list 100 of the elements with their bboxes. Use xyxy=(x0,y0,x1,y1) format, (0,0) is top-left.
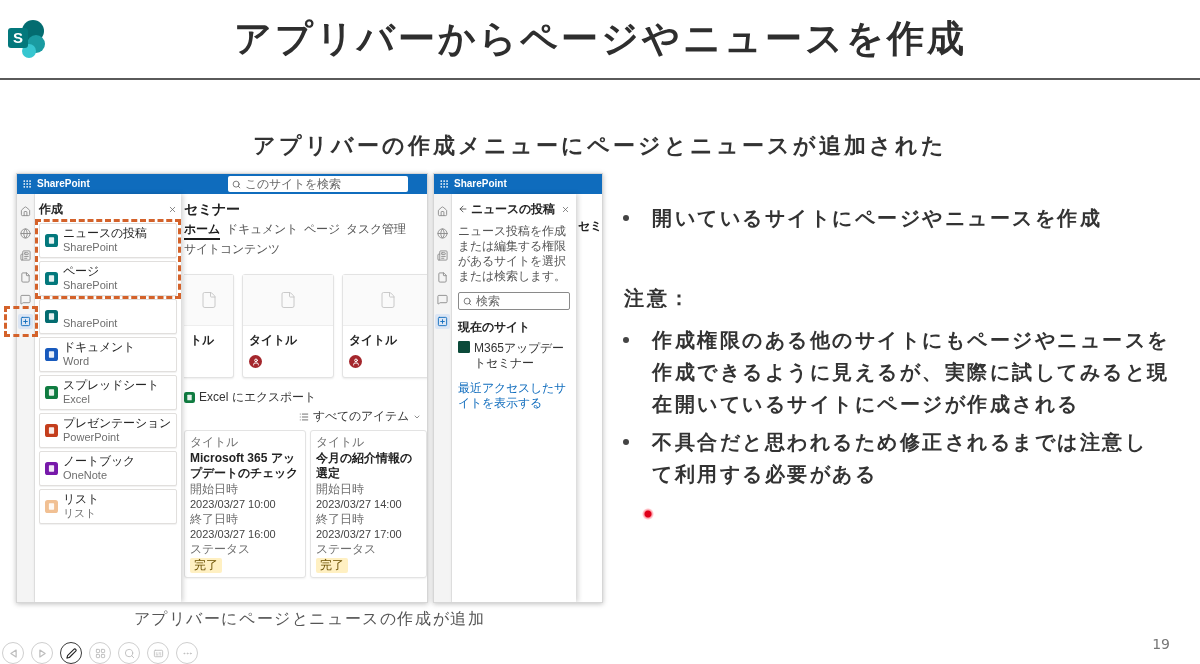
create-menu-item[interactable]: スプレッドシート Excel xyxy=(39,375,177,410)
bullet-text: 不具合だと思われるため修正されるまでは注意して利用する必要がある xyxy=(652,429,1148,488)
back-arrow-icon[interactable] xyxy=(458,204,468,214)
export-button[interactable]: Excel にエクスポート xyxy=(184,390,316,405)
close-icon[interactable] xyxy=(561,204,570,214)
app-tile-icon xyxy=(45,500,58,513)
create-menu-item[interactable]: ノートブック OneNote xyxy=(39,451,177,486)
newspaper-icon[interactable] xyxy=(20,249,31,261)
more-button[interactable] xyxy=(176,642,198,664)
avatar-icon xyxy=(249,355,262,368)
bullet-icon xyxy=(623,439,629,445)
site-option[interactable]: M365アップデートセミナー xyxy=(458,341,570,371)
field-label: 開始日時 xyxy=(190,482,238,497)
bullet-icon xyxy=(623,215,629,221)
nav-tab[interactable]: ドキュメント xyxy=(226,222,298,240)
recent-sites-link[interactable]: 最近アクセスしたサイトを表示する xyxy=(458,381,570,411)
search-icon xyxy=(232,179,241,189)
dashed-highlight-frame xyxy=(4,306,38,337)
plus-icon[interactable] xyxy=(435,313,450,329)
create-menu-item[interactable]: プレゼンテーション PowerPoint xyxy=(39,413,177,448)
pen-icon xyxy=(65,647,77,659)
nav-tab[interactable]: ホーム xyxy=(184,222,220,240)
app-name: SharePoint xyxy=(454,178,507,190)
app-name: SharePoint xyxy=(37,178,90,190)
slides-button[interactable] xyxy=(89,642,111,664)
previous-button[interactable] xyxy=(2,642,24,664)
app-tile-icon xyxy=(184,392,195,403)
file-icon[interactable] xyxy=(20,271,31,283)
view-selector[interactable]: すべてのアイテム xyxy=(299,409,421,424)
bullet-icon xyxy=(623,337,629,343)
panel-title: 作成 xyxy=(39,201,63,217)
nav-tab[interactable]: サイトコンテンツ xyxy=(184,242,280,260)
create-menu-item[interactable]: ドキュメント Word xyxy=(39,337,177,372)
zoom-button[interactable] xyxy=(118,642,140,664)
bullet-text: 開いているサイトにページやニュースを作成 xyxy=(652,205,1103,232)
status-badge: 完了 xyxy=(190,558,222,573)
item-title: Microsoft 365 アップデートのチェック xyxy=(190,451,299,481)
grid-icon xyxy=(94,647,106,659)
slide-title: アプリバーからページやニュースを作成 xyxy=(232,16,968,62)
app-tile-icon xyxy=(45,424,58,437)
nav-tab[interactable]: タスク管理 xyxy=(346,222,406,240)
home-icon[interactable] xyxy=(20,205,31,217)
chat-icon[interactable] xyxy=(20,293,31,305)
pen-button[interactable] xyxy=(60,642,82,664)
pointer-dot-icon xyxy=(642,508,654,520)
right-triangle-icon xyxy=(38,648,46,658)
section-heading: 現在のサイト xyxy=(458,320,530,335)
newspaper-icon[interactable] xyxy=(437,249,448,261)
create-menu-item[interactable]: ニュースの投稿 SharePoint xyxy=(39,223,177,258)
slide-subtitle: アプリバーの作成メニューにページとニュースが追加された xyxy=(252,132,948,160)
globe-icon[interactable] xyxy=(437,227,448,239)
site-tile-icon xyxy=(458,341,470,353)
field-label: 終了日時 xyxy=(316,512,364,527)
file-icon xyxy=(199,291,218,309)
file-icon xyxy=(379,291,397,309)
field-label: 終了日時 xyxy=(190,512,238,527)
note-heading: 注意： xyxy=(624,285,693,312)
list-item-card[interactable]: タイトル Microsoft 365 アップデートのチェック 開始日時 2023/03/27 10:00 終了日時 2023/03/27 16:00 ステータス 完了 xyxy=(184,430,306,578)
avatar-icon xyxy=(349,355,362,368)
app-tile-icon xyxy=(45,234,58,247)
chat-icon[interactable] xyxy=(437,293,448,305)
list-item-card[interactable]: タイトル 今月の紹介情報の選定 開始日時 2023/03/27 14:00 終了日時 2023/03/27 17:00 ステータス 完了 xyxy=(310,430,427,578)
bullet-text: 作成権限のある他のサイトにもページやニュースを作成できるように見えるが、実際に試してみると現在開いているサイトにページが作成される xyxy=(652,327,1171,418)
file-icon[interactable] xyxy=(437,271,448,283)
search-field[interactable]: 検索 xyxy=(458,292,570,310)
create-menu-item[interactable]: SharePoint xyxy=(39,299,177,334)
left-triangle-icon xyxy=(9,648,17,658)
search-field[interactable]: このサイトを検索 xyxy=(228,176,408,192)
create-menu-item[interactable]: リスト リスト xyxy=(39,489,177,524)
date-text: 2023/03/27 14:00 xyxy=(316,498,402,511)
plus-icon[interactable] xyxy=(18,313,33,329)
list-icon xyxy=(299,411,309,422)
captions-icon xyxy=(152,647,164,659)
globe-icon[interactable] xyxy=(20,227,31,239)
date-text: 2023/03/27 17:00 xyxy=(316,528,402,541)
home-icon[interactable] xyxy=(437,205,448,217)
card-title: トル xyxy=(190,333,214,348)
page-card[interactable]: タイトル xyxy=(342,274,427,378)
search-icon xyxy=(123,647,135,659)
date-text: 2023/03/27 10:00 xyxy=(190,498,276,511)
nav-tab[interactable]: ページ xyxy=(304,222,340,240)
status-badge: 完了 xyxy=(316,558,348,573)
page-card[interactable]: トル xyxy=(184,274,234,378)
close-icon[interactable] xyxy=(168,204,177,214)
page-number: 19 xyxy=(1152,636,1170,652)
waffle-icon[interactable] xyxy=(439,179,449,189)
panel-title: ニュースの投稿 xyxy=(471,201,555,217)
field-label: 開始日時 xyxy=(316,482,364,497)
app-tile-icon xyxy=(45,386,58,399)
page-card[interactable]: タイトル xyxy=(242,274,334,378)
create-menu-item[interactable]: ページ SharePoint xyxy=(39,261,177,296)
waffle-icon[interactable] xyxy=(22,179,32,189)
field-label: タイトル xyxy=(190,435,238,450)
card-title: タイトル xyxy=(349,333,397,348)
site-title: セミナー xyxy=(184,200,240,218)
next-button[interactable] xyxy=(31,642,53,664)
subtitles-button[interactable] xyxy=(147,642,169,664)
app-logo: S xyxy=(8,19,46,59)
site-title: セミ xyxy=(578,219,602,233)
date-text: 2023/03/27 16:00 xyxy=(190,528,276,541)
